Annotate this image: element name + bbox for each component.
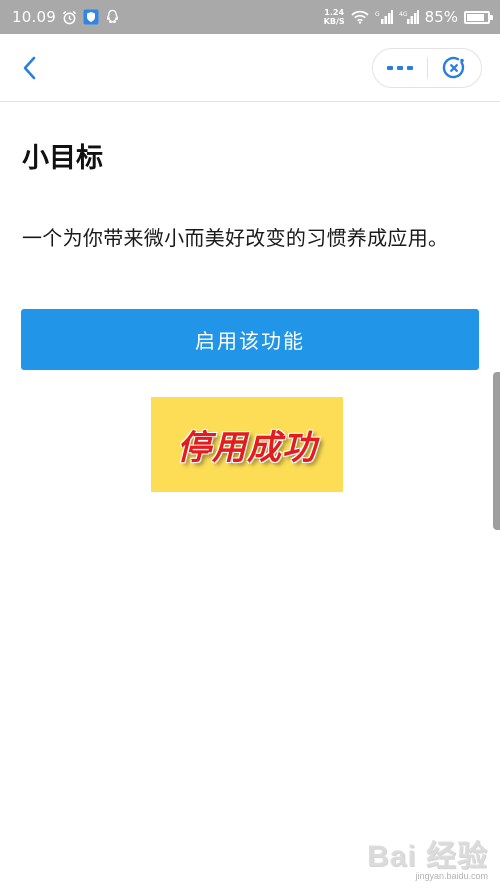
alarm-icon xyxy=(62,10,77,25)
battery-icon xyxy=(464,10,493,24)
status-bar: 10.09 1.24 KB/S G 4G 85% xyxy=(0,0,500,34)
signal-icon: G xyxy=(375,10,393,24)
mini-program-capsule xyxy=(372,48,482,88)
watermark-url: jingyan.baidu.com xyxy=(415,871,488,881)
signal-4g-icon: 4G xyxy=(399,10,419,24)
battery-fill xyxy=(467,13,484,21)
svg-text:G: G xyxy=(375,11,380,18)
status-time: 10.09 xyxy=(12,8,56,26)
close-button[interactable] xyxy=(428,49,482,87)
app-screen: 10.09 1.24 KB/S G 4G 85% 小目标 一个为你带来微小而美好… xyxy=(0,0,500,889)
chevron-left-icon xyxy=(23,56,36,80)
status-bar-left: 10.09 xyxy=(12,8,120,26)
qq-icon xyxy=(105,9,120,25)
enable-feature-button[interactable]: 启用该功能 xyxy=(21,309,479,370)
close-target-icon xyxy=(443,56,465,79)
status-bar-right: 1.24 KB/S G 4G 85% xyxy=(324,8,493,26)
success-banner: 停用成功 xyxy=(151,397,343,492)
more-dots-icon xyxy=(386,66,413,70)
battery-percent: 85% xyxy=(424,8,458,26)
back-button[interactable] xyxy=(14,52,46,84)
watermark-logo: Bai 经验 xyxy=(366,840,488,873)
svg-text:4G: 4G xyxy=(399,11,408,18)
shield-icon xyxy=(83,9,99,25)
scroll-indicator[interactable] xyxy=(493,372,500,530)
wifi-icon xyxy=(351,10,369,24)
nav-bar xyxy=(0,34,500,102)
page-title: 小目标 xyxy=(22,143,103,174)
network-speed-value: 1.24 xyxy=(324,8,345,17)
success-text: 停用成功 xyxy=(177,428,317,468)
page-description: 一个为你带来微小而美好改变的习惯养成应用。 xyxy=(22,226,449,250)
watermark: Bai 经验 jingyan.baidu.com xyxy=(367,831,488,881)
more-button[interactable] xyxy=(373,49,427,87)
network-speed-unit: KB/S xyxy=(323,17,345,26)
network-speed: 1.24 KB/S xyxy=(324,8,345,26)
